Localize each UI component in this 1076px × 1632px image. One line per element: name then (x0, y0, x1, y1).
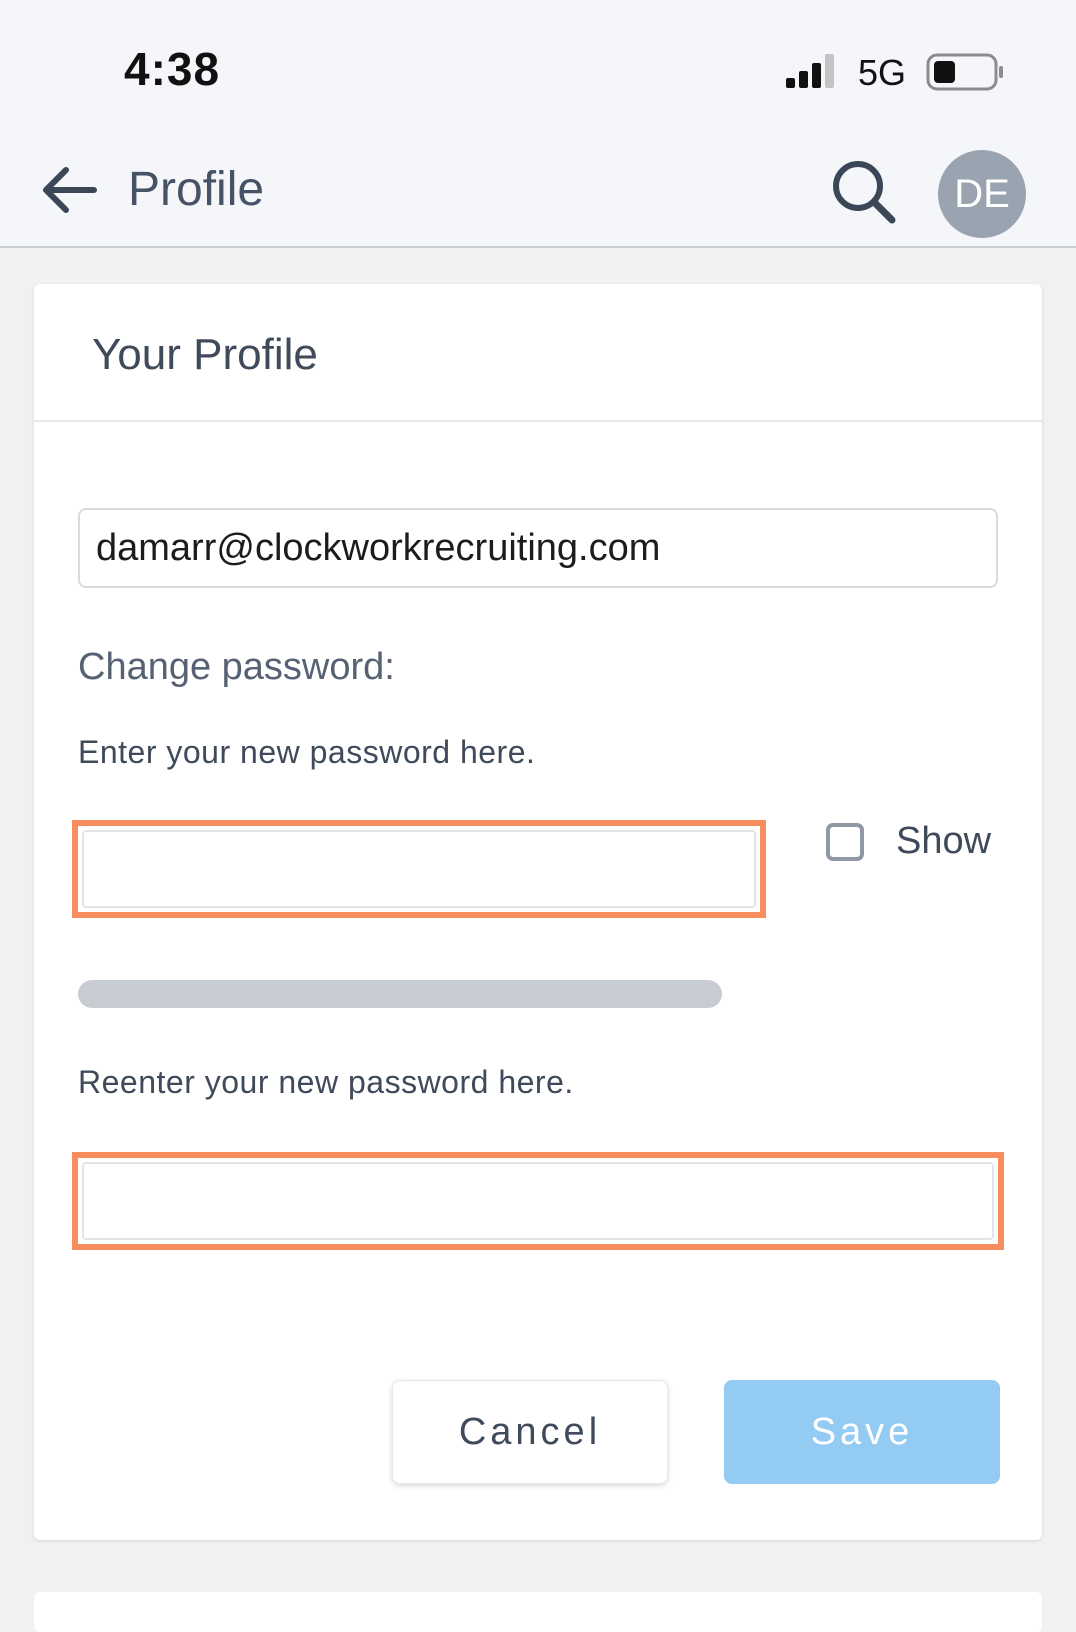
card-title: Your Profile (92, 330, 318, 379)
show-password-label: Show (896, 820, 992, 862)
reenter-password-label: Reenter your new password here. (78, 1064, 574, 1100)
reenter-password-highlight (72, 1152, 1004, 1250)
new-password-label: Enter your new password here. (78, 734, 536, 770)
battery-icon (926, 53, 1003, 91)
password-strength-bar (78, 980, 722, 1008)
cancel-button[interactable]: Cancel (392, 1380, 668, 1484)
app-bar: Profile DE (0, 128, 1076, 248)
status-time: 4:38 (124, 43, 221, 95)
arrow-left-icon[interactable] (38, 162, 100, 218)
email-field[interactable] (78, 508, 998, 588)
show-password-checkbox[interactable] (826, 822, 864, 861)
save-button[interactable]: Save (724, 1380, 1000, 1484)
new-password-highlight (72, 820, 766, 918)
card-header: Your Profile (34, 284, 1042, 422)
status-bar: 4:38 5G (0, 0, 1076, 128)
page-title: Profile (128, 163, 265, 216)
change-password-label: Change password: (78, 646, 395, 688)
reenter-password-input[interactable] (82, 1162, 994, 1240)
next-card (34, 1592, 1042, 1632)
network-type: 5G (858, 52, 907, 93)
profile-card: Your Profile Change password: Enter your… (34, 284, 1042, 1540)
search-icon[interactable] (828, 156, 898, 226)
cellular-signal-icon (786, 54, 834, 88)
avatar[interactable]: DE (938, 150, 1026, 238)
new-password-input[interactable] (82, 830, 756, 908)
show-password-toggle[interactable]: Show (826, 820, 991, 863)
